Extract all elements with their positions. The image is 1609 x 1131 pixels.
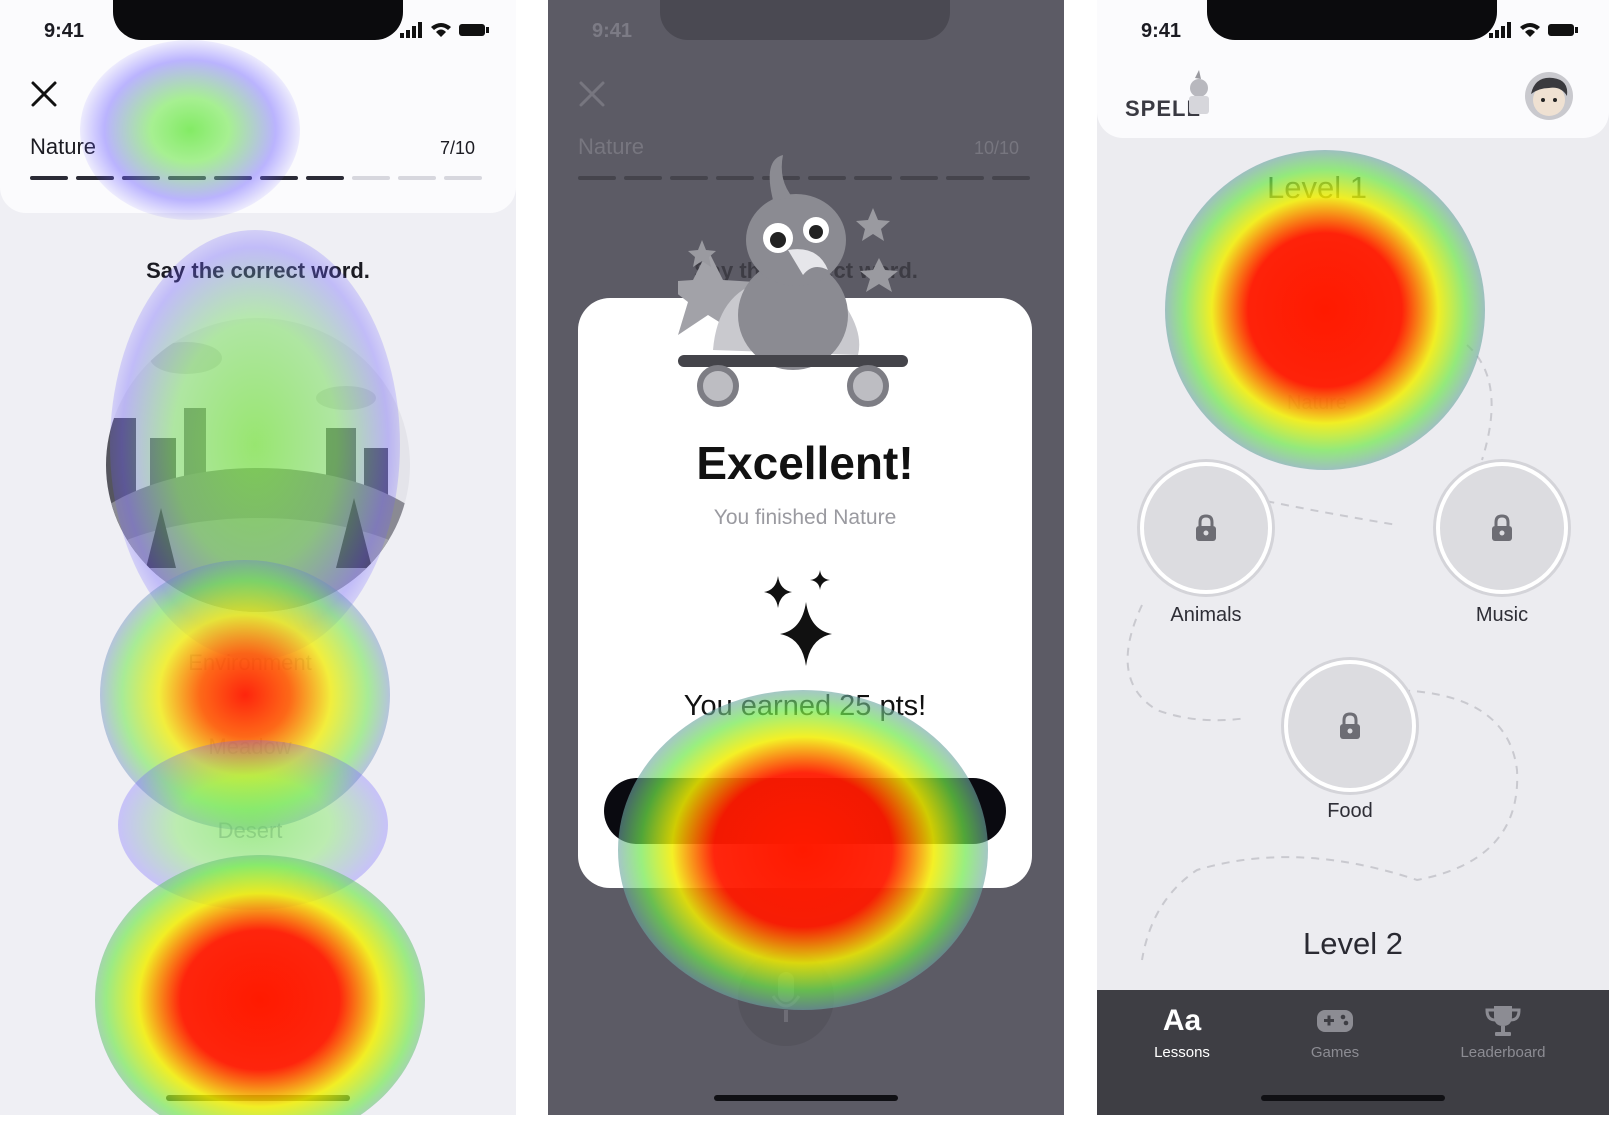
- earned-points: You earned 25 pts!: [683, 690, 927, 722]
- lock-icon: [1340, 712, 1360, 739]
- gamepad-icon: [1317, 1010, 1353, 1032]
- progress-segment: [214, 176, 252, 180]
- nav-leaderboard[interactable]: Leaderboard: [1443, 1004, 1563, 1061]
- close-icon: [579, 81, 605, 107]
- home-indicator: [1261, 1095, 1445, 1101]
- level-2-title: Level 2: [1303, 926, 1403, 961]
- phone-notch: [1207, 0, 1497, 40]
- lesson-node-animals[interactable]: [1140, 462, 1272, 594]
- avatar-face-icon: [1531, 77, 1568, 116]
- status-icons: [1489, 22, 1579, 38]
- logo-mascot-icon: [1189, 70, 1209, 114]
- lesson-node-music[interactable]: [1436, 462, 1568, 594]
- lock-icon: [1492, 514, 1512, 541]
- progress-segment: [306, 176, 344, 180]
- progress-segment: [578, 176, 616, 180]
- spelling-question-screen: 9:41 Nature 7/10 Say the correct word. E…: [0, 0, 516, 1115]
- aa-text-icon: Aa: [1162, 1004, 1202, 1037]
- lesson-complete-screen: 9:41 Nature 10/10 Say the correct word. …: [548, 0, 1064, 1115]
- progress-segment: [30, 176, 68, 180]
- lesson-animals-label[interactable]: Animals: [1140, 604, 1272, 627]
- mic-button: [738, 950, 834, 1046]
- nav-games[interactable]: Games: [1275, 1004, 1395, 1061]
- progress-segment: [260, 176, 298, 180]
- progress-segment: [76, 176, 114, 180]
- option-desert[interactable]: Desert: [0, 818, 500, 844]
- lesson-food-label[interactable]: Food: [1284, 800, 1416, 823]
- option-meadow[interactable]: Meadow: [0, 734, 500, 760]
- heatmap-spot: [95, 855, 425, 1115]
- lesson-nature-label[interactable]: Nature: [1097, 392, 1537, 415]
- status-time: 9:41: [1141, 20, 1182, 42]
- topic-title: Nature: [578, 134, 645, 159]
- progress-segment: [624, 176, 662, 180]
- battery-icon: [1548, 24, 1578, 36]
- close-icon[interactable]: [30, 80, 58, 108]
- signal-icon: [1489, 22, 1511, 38]
- phone-notch: [660, 0, 950, 40]
- mic-icon: [772, 972, 800, 1022]
- lock-icon: [1196, 514, 1216, 541]
- nav-lessons[interactable]: Aa Lessons: [1122, 1004, 1242, 1061]
- nav-leaderboard-label: Leaderboard: [1460, 1044, 1546, 1061]
- progress-segment: [992, 176, 1030, 180]
- nav-lessons-label: Lessons: [1154, 1044, 1210, 1061]
- sparkle-icon: [764, 570, 832, 666]
- result-subtitle: You finished Nature: [713, 506, 897, 529]
- home-indicator: [166, 1095, 350, 1101]
- phone-notch: [113, 0, 403, 40]
- lesson-music-label[interactable]: Music: [1436, 604, 1568, 627]
- status-time: 9:41: [44, 20, 85, 42]
- continue-button[interactable]: [604, 778, 1006, 844]
- progress-segment: [946, 176, 984, 180]
- status-time: 9:41: [592, 20, 633, 42]
- progress-segment: [398, 176, 436, 180]
- nature-city-illustration: [106, 318, 410, 612]
- wifi-icon: [431, 23, 451, 37]
- progress-count: 7/10: [440, 138, 476, 158]
- progress-segment: [168, 176, 206, 180]
- progress-count: 10/10: [974, 138, 1020, 158]
- nav-games-label: Games: [1310, 1044, 1360, 1061]
- home-indicator: [714, 1095, 898, 1101]
- progress-segment: [444, 176, 482, 180]
- wifi-icon: [1520, 23, 1540, 37]
- lessons-map-screen: 9:41 SPELL Level 1 Nature Animals Music …: [1097, 0, 1609, 1115]
- bottom-nav: Aa Lessons Games Leaderboard: [1097, 990, 1609, 1115]
- trophy-icon: [1485, 1006, 1521, 1036]
- progress-segment: [352, 176, 390, 180]
- result-title: Excellent!: [696, 437, 914, 489]
- profile-avatar[interactable]: [1525, 72, 1573, 120]
- status-icons: [400, 22, 490, 38]
- progress-segment: [122, 176, 160, 180]
- instruction-text: Say the correct word.: [146, 258, 370, 283]
- battery-icon: [459, 24, 489, 36]
- option-environment[interactable]: Environment: [0, 650, 500, 676]
- signal-icon: [400, 22, 422, 38]
- level-1-title: Level 1: [1267, 170, 1367, 205]
- topic-title: Nature: [30, 134, 97, 159]
- progress-bar: [30, 176, 482, 180]
- parrot-skateboard-illustration: [678, 155, 908, 407]
- lesson-node-food[interactable]: [1284, 660, 1416, 792]
